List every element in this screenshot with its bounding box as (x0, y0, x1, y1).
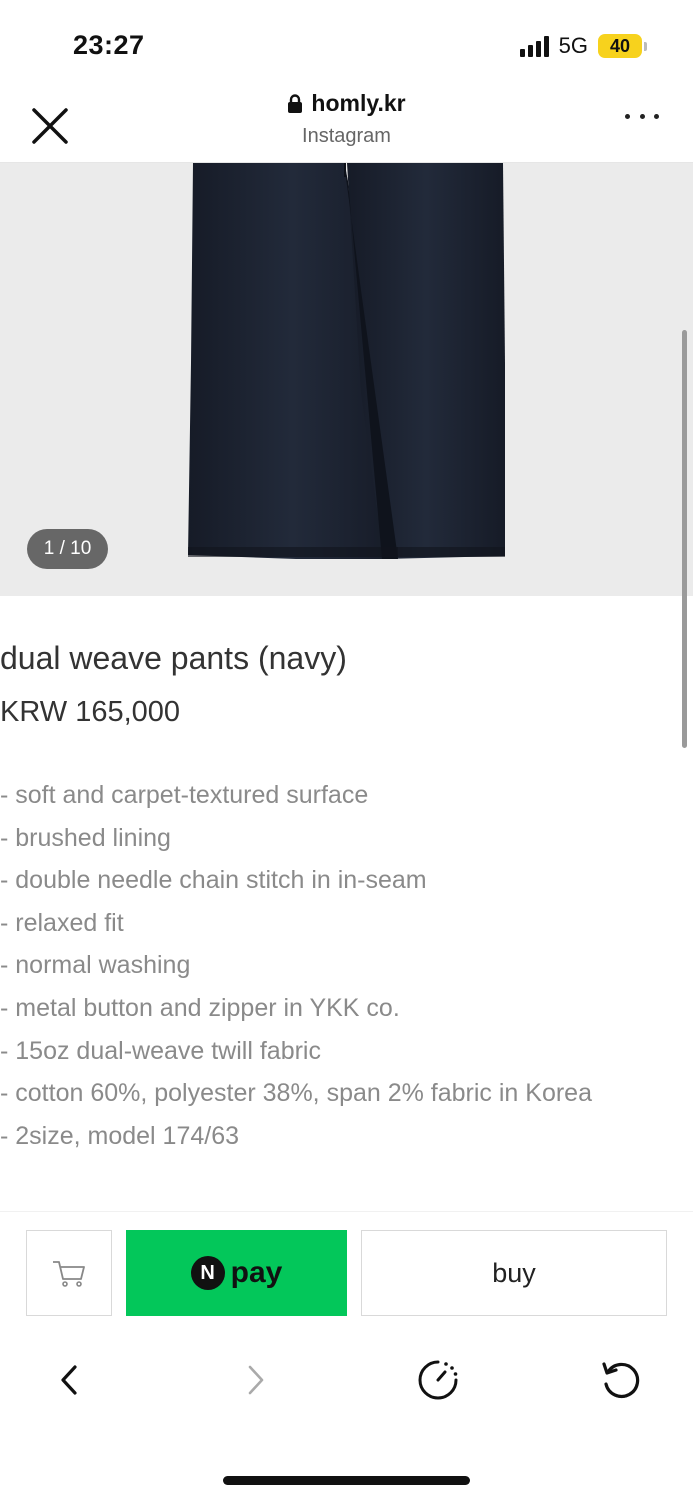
feature-item: - double needle chain stitch in in-seam (0, 866, 427, 895)
url-display[interactable]: homly.kr Instagram (0, 90, 693, 148)
buy-button[interactable]: buy (361, 1230, 667, 1316)
feature-item: - soft and carpet-textured surface (0, 781, 369, 809)
feature-item: - cotton 60%, polyester 38%, span 2% fab… (0, 1079, 592, 1108)
feature-item: - 15oz dual-weave twill fabric (0, 1036, 321, 1065)
feature-item: - 2size, model 174/63 (0, 1121, 240, 1150)
more-button[interactable] (625, 110, 659, 122)
feature-list: - soft and carpet-textured surface - bru… (0, 779, 592, 1162)
forward-button[interactable] (234, 1358, 278, 1402)
battery-tip (644, 41, 647, 51)
home-indicator[interactable] (223, 1476, 470, 1485)
feature-item: - normal washing (0, 951, 191, 980)
status-time: 23:27 (73, 30, 145, 60)
back-button[interactable] (47, 1358, 91, 1402)
bottom-navigation (0, 1340, 693, 1420)
product-name: dual weave pants (navy) (0, 640, 347, 676)
pants-photo (188, 163, 505, 559)
status-indicators: 5G 40 (519, 32, 647, 60)
product-price: KRW 165,000 (0, 696, 181, 728)
npay-button[interactable]: N pay (126, 1230, 347, 1316)
network-type: 5G (558, 33, 588, 58)
chevron-right-icon (248, 1365, 264, 1395)
cart-icon (53, 1261, 85, 1287)
cart-button[interactable] (26, 1230, 112, 1316)
reload-button[interactable] (598, 1358, 642, 1402)
status-bar: 23:27 5G 40 (0, 0, 693, 90)
battery-level: 40 (609, 35, 631, 56)
domain-row: homly.kr (287, 90, 406, 117)
feature-item: - brushed lining (0, 823, 171, 852)
more-dots-icon (625, 113, 630, 119)
speed-button[interactable] (416, 1358, 460, 1402)
feature-item: - relaxed fit (0, 908, 124, 937)
feature-item: - metal button and zipper in YKK co. (0, 993, 400, 1022)
source-app: Instagram (302, 124, 391, 147)
image-counter: 1 / 10 (27, 529, 108, 569)
chevron-left-icon (61, 1365, 77, 1395)
signal-icon (519, 35, 549, 57)
lock-icon (288, 93, 303, 113)
reload-icon (602, 1362, 640, 1398)
npay-logo: N (190, 1256, 225, 1290)
battery-icon: 40 (598, 34, 642, 58)
npay-label: pay (230, 1256, 283, 1289)
scrollbar[interactable] (682, 330, 687, 748)
product-image-carousel[interactable]: 1 / 10 (0, 163, 693, 596)
domain-text: homly.kr (311, 90, 406, 116)
speedometer-icon (418, 1360, 458, 1400)
purchase-bar: N pay buy (0, 1211, 693, 1331)
browser-header: homly.kr Instagram (0, 78, 693, 163)
